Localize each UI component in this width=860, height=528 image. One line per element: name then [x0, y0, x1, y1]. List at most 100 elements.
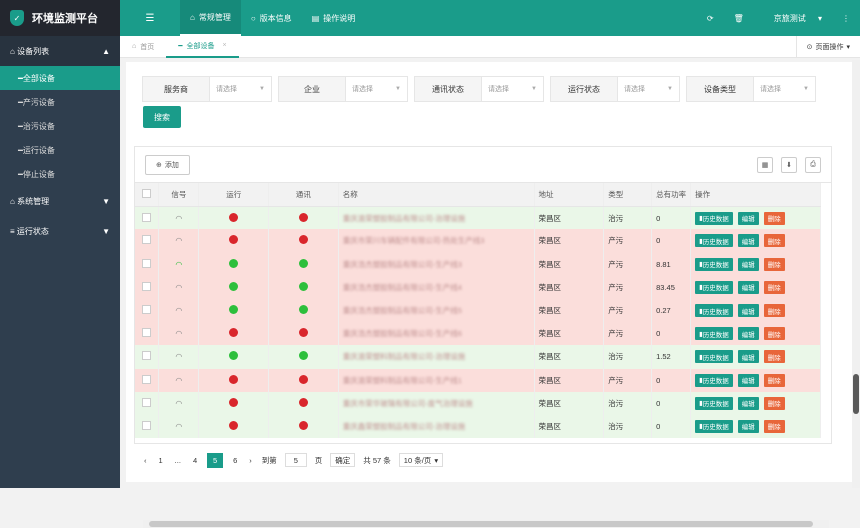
row-checkbox[interactable] [135, 368, 160, 392]
edit-button[interactable]: 编辑 [737, 257, 759, 271]
table-row[interactable]: ◠ 重庆渝荣塑料制品有限公司-治理设施 荣昌区 治污 1.52 ▮ 历史数据 编辑 删除 [135, 345, 821, 369]
company-select[interactable]: 请选择 ▼ [346, 76, 408, 102]
row-checkbox[interactable] [135, 345, 160, 369]
delete-button[interactable]: 删除 [763, 396, 785, 410]
page-current[interactable]: 5 [207, 452, 224, 468]
next-page-button[interactable]: › [247, 456, 254, 465]
table-row[interactable]: ◠ 重庆渝荣塑胶制品有限公司-治理设施 荣昌区 治污 0 ▮ 历史数据 编辑 删除 [135, 206, 821, 230]
vertical-scrollbar[interactable] [852, 60, 860, 488]
edit-button[interactable]: 编辑 [737, 350, 759, 364]
edit-button[interactable]: 编辑 [737, 234, 759, 248]
history-button[interactable]: ▮ 历史数据 [695, 327, 733, 341]
edit-button[interactable]: 编辑 [737, 280, 759, 294]
provider-select[interactable]: 请选择 ▼ [210, 76, 272, 102]
history-button[interactable]: ▮ 历史数据 [695, 234, 733, 248]
history-button[interactable]: ▮ 历史数据 [695, 373, 733, 387]
edit-button[interactable]: 编辑 [737, 211, 759, 225]
sidebar-item-all[interactable]: ━ 全部设备 [0, 66, 120, 90]
history-button[interactable]: ▮ 历史数据 [695, 280, 733, 294]
edit-button[interactable]: 编辑 [737, 327, 759, 341]
tab-home[interactable]: ⌂ 首页 [120, 36, 166, 58]
sidebar-group-devices[interactable]: ⌂ 设备列表 ▲ [0, 36, 120, 66]
user-menu[interactable]: 京旅测试 ▾ [754, 13, 832, 24]
sidebar-item-treatment[interactable]: ━ 治污设备 [0, 114, 120, 138]
menu-icon[interactable]: ☰ [120, 0, 180, 36]
topnav-item-help[interactable]: ▤ 操作说明 [302, 0, 366, 36]
row-checkbox[interactable] [135, 322, 160, 346]
goto-label: 到第 [261, 455, 277, 465]
header-type: 类型 [603, 183, 653, 207]
history-button[interactable]: ▮ 历史数据 [695, 211, 733, 225]
table-row[interactable]: ◠ 重庆浩杰塑胶制品有限公司-生产线6 荣昌区 产污 0 ▮ 历史数据 编辑 删除 [135, 322, 821, 346]
table-row[interactable]: ◠ 重庆市荣川车辆配件有限公司-热处生产线3 荣昌区 产污 0 ▮ 历史数据 编辑 删除 [135, 229, 821, 253]
type-cell: 产污 [603, 322, 653, 346]
tab-all-devices[interactable]: ━ 全部设备 × [166, 36, 239, 58]
row-checkbox[interactable] [135, 298, 160, 323]
row-checkbox[interactable] [135, 252, 160, 276]
prev-page-button[interactable]: ‹ [142, 456, 149, 465]
history-button[interactable]: ▮ 历史数据 [695, 350, 733, 364]
page-4[interactable]: 4 [191, 456, 199, 465]
edit-button[interactable]: 编辑 [737, 396, 759, 410]
page-size-select[interactable]: 10 条/页 ▾ [398, 453, 444, 467]
row-checkbox[interactable] [135, 275, 160, 299]
search-button[interactable]: 搜索 [143, 106, 181, 128]
goto-input[interactable]: 5 [284, 453, 307, 467]
row-checkbox[interactable] [135, 206, 160, 230]
delete-button[interactable]: 删除 [763, 373, 785, 387]
goto-confirm-button[interactable]: 确定 [330, 453, 356, 467]
delete-button[interactable]: 删除 [763, 257, 785, 271]
run-select[interactable]: 请选择 ▼ [618, 76, 680, 102]
delete-button[interactable]: 删除 [763, 350, 785, 364]
page-ellipsis[interactable]: ... [173, 456, 183, 465]
row-checkbox[interactable] [135, 414, 160, 439]
delete-button[interactable]: 删除 [763, 280, 785, 294]
sidebar-item-running[interactable]: ━ 运行设备 [0, 138, 120, 162]
horizontal-scrollbar[interactable] [143, 520, 829, 528]
table-row[interactable]: ◠ 重庆市荣华玻璃有限公司-废气治理设施 荣昌区 治污 0 ▮ 历史数据 编辑 删除 [135, 391, 821, 415]
history-button[interactable]: ▮ 历史数据 [695, 304, 733, 318]
history-button[interactable]: ▮ 历史数据 [695, 257, 733, 271]
page-1[interactable]: 1 [157, 456, 165, 465]
history-button[interactable]: ▮ 历史数据 [695, 396, 733, 410]
print-icon[interactable]: ⎙ [805, 156, 821, 173]
table-row[interactable]: ◠ 重庆浩杰塑胶制品有限公司-生产线4 荣昌区 产污 83.45 ▮ 历史数据 编辑 删除 [135, 275, 821, 299]
comm-select[interactable]: 请选择 ▼ [482, 76, 544, 102]
table-row[interactable]: ◠ 重庆鑫荣塑胶制品有限公司-治理设施 荣昌区 治污 0 ▮ 历史数据 编辑 删除 [135, 414, 821, 439]
row-checkbox[interactable] [135, 229, 160, 253]
topnav-item-regular[interactable]: ⌂ 常规管理 [180, 0, 241, 36]
delete-button[interactable]: 删除 [763, 327, 785, 341]
page-6[interactable]: 6 [231, 456, 239, 465]
sidebar-item-polluting[interactable]: ━ 产污设备 [0, 90, 120, 114]
more-icon[interactable]: ⋮ [832, 14, 860, 23]
edit-button[interactable]: 编辑 [737, 304, 759, 318]
sidebar-group-system[interactable]: ⌂ 系统管理 ▼ [0, 186, 120, 216]
edit-button[interactable]: 编辑 [737, 373, 759, 387]
header-checkbox[interactable] [135, 183, 160, 207]
table-row[interactable]: ◠ 重庆浩杰塑胶制品有限公司-生产线5 荣昌区 产污 0.27 ▮ 历史数据 编辑 删除 [135, 298, 821, 323]
name-cell: 重庆浩杰塑胶制品有限公司-生产线3 [338, 252, 535, 276]
export-icon[interactable]: ⬇ [781, 156, 797, 173]
add-button[interactable]: ⊕ 添加 [145, 154, 190, 175]
sidebar-group-status[interactable]: ≡ 运行状态 ▼ [0, 216, 120, 246]
row-checkbox[interactable] [135, 391, 160, 415]
type-select[interactable]: 请选择 ▼ [754, 76, 816, 102]
table-row[interactable]: ◠ 重庆浩杰塑胶制品有限公司-生产线3 荣昌区 产污 8.81 ▮ 历史数据 编辑 删除 [135, 252, 821, 276]
close-icon[interactable]: × [222, 42, 226, 49]
scroll-thumb[interactable] [149, 521, 813, 527]
delete-button[interactable]: 删除 [763, 211, 785, 225]
topnav-item-version[interactable]: ○ 版本信息 [241, 0, 302, 36]
delete-button[interactable]: 删除 [763, 304, 785, 318]
page-ops-button[interactable]: ⊙ 页面操作 ▾ [795, 35, 860, 58]
sidebar-item-stopped[interactable]: ━ 停止设备 [0, 162, 120, 186]
columns-icon[interactable]: ▦ [757, 156, 773, 173]
table-row[interactable]: ◠ 重庆渝荣塑料制品有限公司-生产线1 荣昌区 产污 0 ▮ 历史数据 编辑 删除 [135, 368, 821, 392]
history-button[interactable]: ▮ 历史数据 [695, 419, 733, 433]
edit-button[interactable]: 编辑 [737, 419, 759, 433]
delete-button[interactable]: 删除 [763, 419, 785, 433]
list-icon: ≡ [10, 226, 15, 236]
trash-icon[interactable]: 🗑 [724, 14, 754, 23]
refresh-icon[interactable]: ⟳ [697, 14, 724, 23]
delete-button[interactable]: 删除 [763, 234, 785, 248]
scroll-thumb[interactable] [853, 374, 859, 414]
